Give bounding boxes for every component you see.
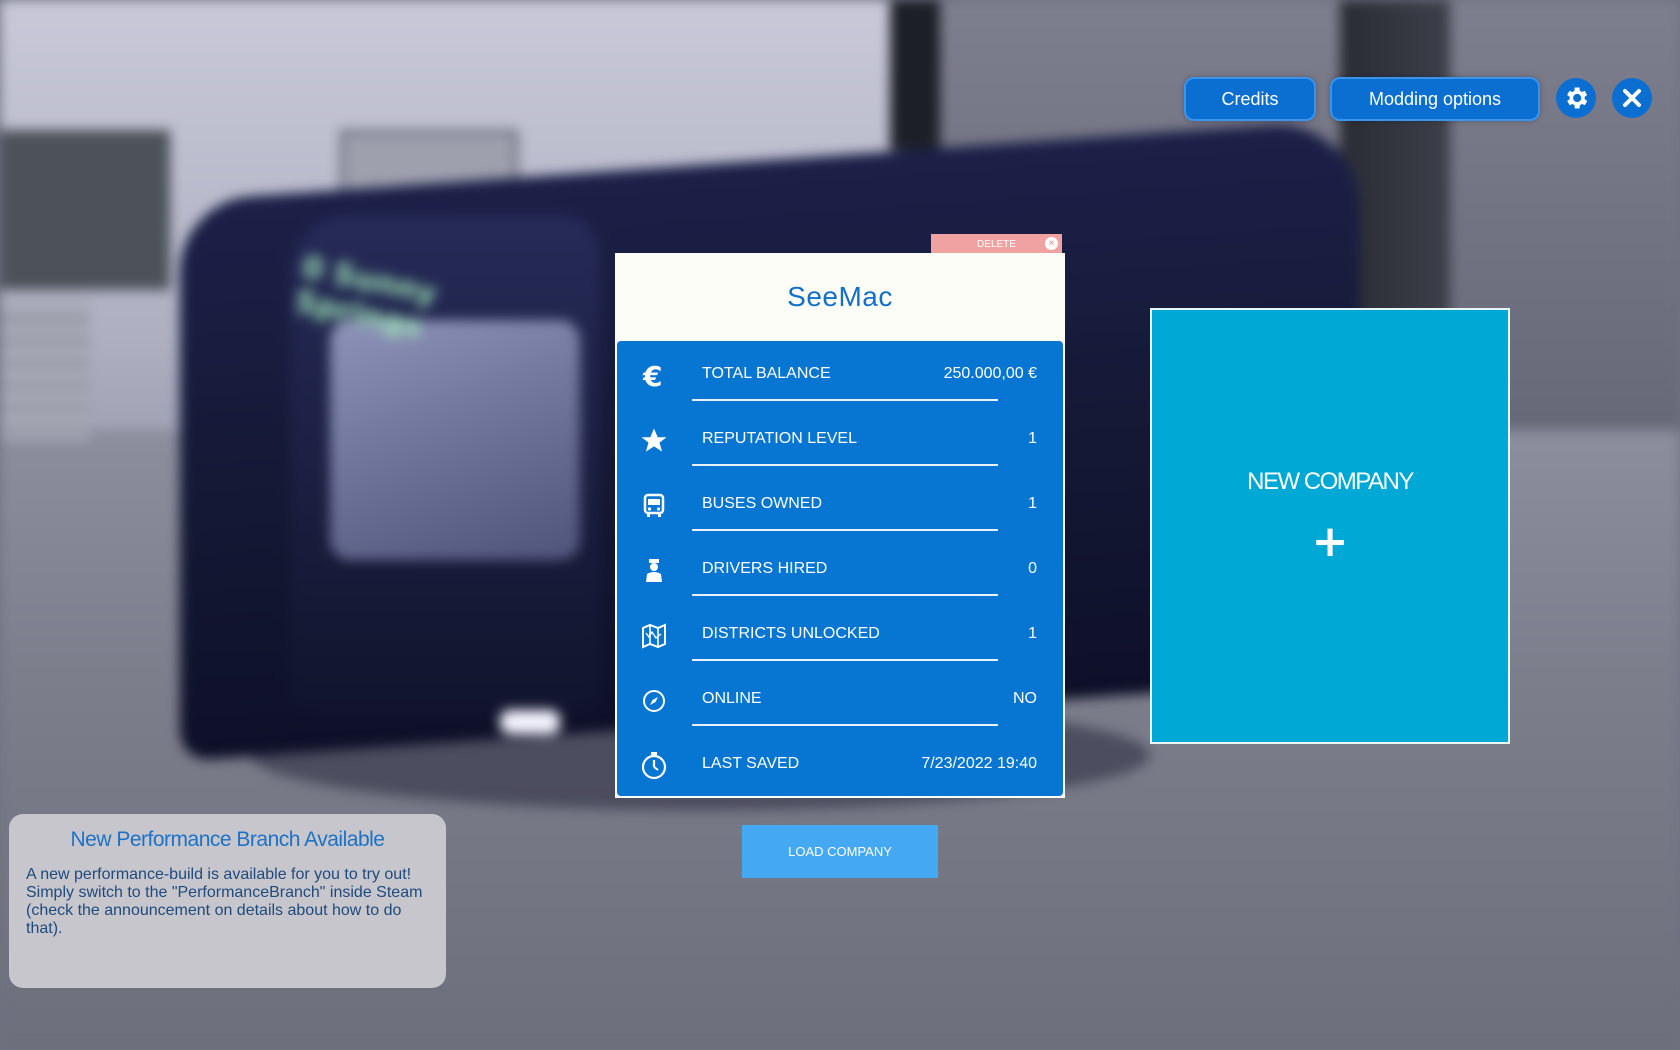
stat-label: BUSES OWNED <box>702 495 823 512</box>
stat-value: 7/23/2022 19:40 <box>921 755 1037 772</box>
svg-text:€: € <box>642 362 662 390</box>
company-name: SeeMac <box>787 281 893 312</box>
stat-label: DRIVERS HIRED <box>702 560 828 577</box>
company-card[interactable]: SeeMac € TOTAL BALANCE 250.000,00 € REPU… <box>615 253 1065 798</box>
settings-button[interactable] <box>1556 78 1596 118</box>
bus-icon <box>639 491 669 521</box>
stat-value: NO <box>1013 690 1037 707</box>
plus-icon: + <box>1311 516 1349 567</box>
map-icon <box>639 621 669 651</box>
stat-row-drivers-hired: DRIVERS HIRED 0 <box>617 546 1063 596</box>
modding-options-button[interactable]: Modding options <box>1330 77 1540 121</box>
close-small-icon: × <box>1045 237 1058 250</box>
stat-value: 250.000,00 € <box>943 365 1037 382</box>
close-icon <box>1623 89 1641 107</box>
company-stats-panel: € TOTAL BALANCE 250.000,00 € REPUTATION … <box>617 341 1063 796</box>
stat-value: 0 <box>1028 560 1037 577</box>
performance-branch-notice: New Performance Branch Available A new p… <box>9 814 446 988</box>
stat-row-total-balance: € TOTAL BALANCE 250.000,00 € <box>617 351 1063 401</box>
delete-company-button[interactable]: DELETE × <box>931 234 1062 254</box>
stat-row-online: ONLINE NO <box>617 676 1063 726</box>
new-company-tile[interactable]: NEW COMPANY + <box>1150 308 1510 744</box>
notice-body: A new performance-build is available for… <box>26 866 423 937</box>
close-button[interactable] <box>1612 78 1652 118</box>
stat-value: 1 <box>1028 625 1037 642</box>
stat-row-last-saved: LAST SAVED 7/23/2022 19:40 <box>617 741 1063 791</box>
euro-icon: € <box>639 361 669 391</box>
star-icon <box>639 426 669 456</box>
divider <box>692 399 998 401</box>
new-company-label: NEW COMPANY <box>1247 468 1414 495</box>
stat-label: ONLINE <box>702 690 762 707</box>
divider <box>692 529 998 531</box>
compass-icon <box>639 686 669 716</box>
stopwatch-icon <box>639 751 669 781</box>
delete-label: DELETE <box>977 238 1016 250</box>
stat-label: DISTRICTS UNLOCKED <box>702 625 880 642</box>
divider <box>692 464 998 466</box>
stat-value: 1 <box>1028 495 1037 512</box>
stat-value: 1 <box>1028 430 1037 447</box>
driver-icon <box>639 556 669 586</box>
stat-label: LAST SAVED <box>702 755 800 772</box>
stat-label: REPUTATION LEVEL <box>702 430 857 447</box>
stat-row-districts-unlocked: DISTRICTS UNLOCKED 1 <box>617 611 1063 661</box>
stat-label: TOTAL BALANCE <box>702 365 831 382</box>
notice-title: New Performance Branch Available <box>70 828 385 851</box>
load-company-button[interactable]: LOAD COMPANY <box>742 825 938 878</box>
stat-row-reputation: REPUTATION LEVEL 1 <box>617 416 1063 466</box>
divider <box>692 594 998 596</box>
gear-icon <box>1567 87 1588 109</box>
credits-button[interactable]: Credits <box>1184 77 1316 121</box>
stat-row-buses-owned: BUSES OWNED 1 <box>617 481 1063 531</box>
divider <box>692 724 998 726</box>
divider <box>692 659 998 661</box>
